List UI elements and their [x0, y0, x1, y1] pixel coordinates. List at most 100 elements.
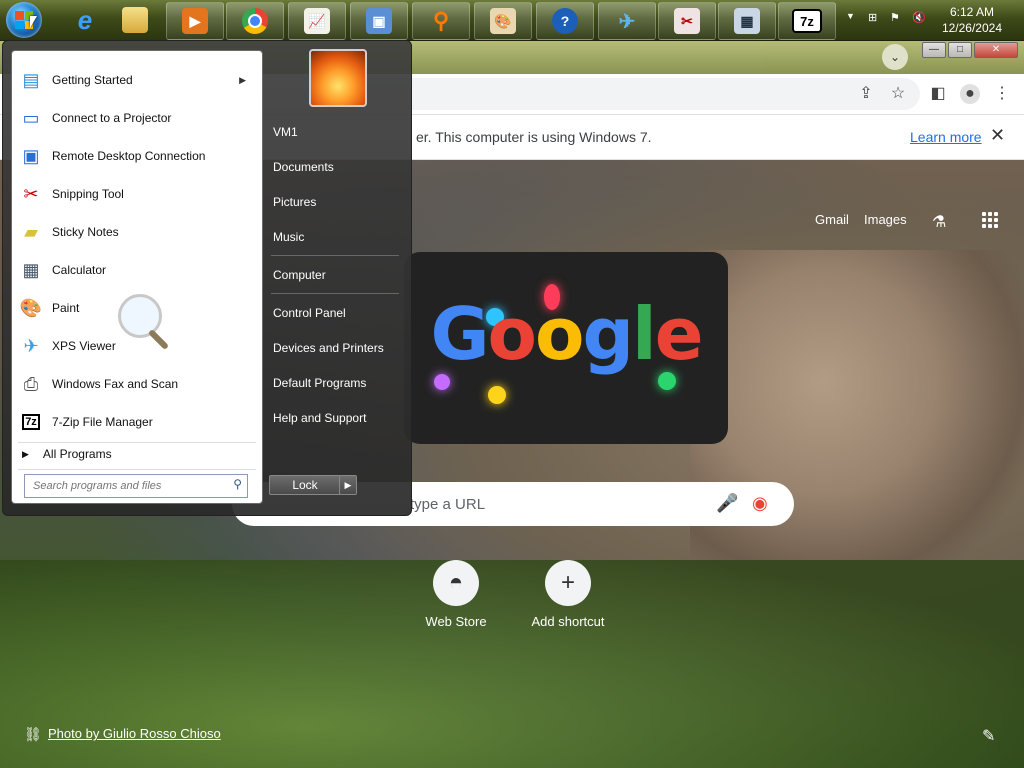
chart-app-button[interactable]: 📈: [288, 2, 346, 40]
7zip-icon: 7z: [16, 407, 46, 437]
calculator-icon: ▦: [22, 259, 40, 280]
profile-avatar-icon[interactable]: ●: [960, 84, 980, 104]
google-apps-icon[interactable]: [982, 212, 998, 228]
chrome-menu-icon[interactable]: ⋮: [992, 84, 1012, 104]
volume-muted-icon[interactable]: 🔇: [912, 11, 926, 25]
system-tray: ▼ ⊞ ⚑ 🔇 6:12 AM 12/26/2024: [834, 0, 1024, 40]
7zip-icon: 7z: [792, 9, 822, 33]
tray-expand-icon[interactable]: ▼: [846, 11, 860, 25]
right-item-documents[interactable]: Documents: [273, 153, 399, 181]
calculator-button[interactable]: ▦: [718, 2, 776, 40]
fax-icon: ⎙: [23, 373, 39, 394]
all-programs-button[interactable]: ▶ All Programs: [16, 441, 256, 467]
chrome-button[interactable]: [226, 2, 284, 40]
program-label: 7-Zip File Manager: [52, 415, 153, 429]
remote-desktop-button[interactable]: ▣: [350, 2, 408, 40]
program-remote-desktop[interactable]: ▣ Remote Desktop Connection: [16, 139, 256, 173]
search-magnifier-button[interactable]: ⚲: [412, 2, 470, 40]
right-item-control-panel[interactable]: Control Panel: [273, 299, 399, 327]
right-item-default-programs[interactable]: Default Programs: [273, 369, 399, 397]
clock[interactable]: 6:12 AM 12/26/2024: [942, 4, 1002, 36]
right-item-music[interactable]: Music: [273, 223, 399, 251]
clock-date: 12/26/2024: [941, 21, 1002, 35]
share-icon[interactable]: ⇪: [856, 84, 876, 104]
lock-label: Lock: [292, 478, 318, 492]
program-snipping-tool[interactable]: ✂ Snipping Tool: [16, 177, 256, 211]
learn-more-link[interactable]: Learn more: [910, 129, 982, 145]
calculator-icon: ▦: [734, 8, 760, 34]
mouse-cursor-icon: [30, 16, 37, 28]
doodle-google-logo: Google: [430, 292, 703, 376]
lock-button[interactable]: Lock: [269, 475, 341, 495]
program-connect-projector[interactable]: ▭ Connect to a Projector: [16, 101, 256, 135]
clock-time: 6:12 AM: [949, 5, 994, 19]
shortcut-web-store[interactable]: ◓ Web Store: [401, 560, 511, 629]
sticky-notes-icon: ▰: [24, 221, 38, 242]
right-item-help-support[interactable]: Help and Support: [273, 404, 399, 432]
user-account-picture[interactable]: [309, 49, 367, 107]
close-window-button[interactable]: ✕: [974, 42, 1018, 58]
all-programs-label: All Programs: [42, 447, 112, 461]
right-item-computer[interactable]: Computer: [273, 261, 399, 289]
media-player-button[interactable]: ▶: [166, 2, 224, 40]
labs-flask-icon[interactable]: ⚗: [932, 212, 946, 232]
gmail-link[interactable]: Gmail: [815, 212, 849, 227]
maximize-button[interactable]: □: [948, 42, 972, 58]
shutdown-options-arrow-icon[interactable]: ▶: [339, 475, 357, 495]
right-item-devices-printers[interactable]: Devices and Printers: [273, 334, 399, 362]
photo-credit-link[interactable]: Photo by Giulio Rosso Chioso: [48, 726, 221, 741]
infobar-close-icon[interactable]: ✕: [990, 125, 1005, 146]
program-getting-started[interactable]: ▤ Getting Started ▶: [16, 63, 256, 97]
paint-button[interactable]: 🎨: [474, 2, 532, 40]
getting-started-icon: ▤: [22, 69, 40, 90]
right-item-label: Pictures: [273, 195, 317, 209]
right-item-label: Music: [273, 230, 305, 244]
network-icon[interactable]: ⊞: [868, 11, 882, 25]
help-button[interactable]: ?: [536, 2, 594, 40]
lens-search-icon[interactable]: ◉: [752, 493, 768, 514]
7zip-button[interactable]: 7z: [778, 2, 836, 40]
chart-app-icon: 📈: [304, 8, 330, 34]
search-icon[interactable]: ⚲: [233, 477, 242, 491]
all-programs-arrow-icon: ▶: [22, 448, 29, 459]
chrome-icon: [242, 8, 268, 34]
file-explorer-button[interactable]: [110, 2, 160, 38]
program-fax-scan[interactable]: ⎙ Windows Fax and Scan: [16, 367, 256, 401]
action-center-flag-icon[interactable]: ⚑: [890, 11, 904, 25]
internet-explorer-icon: e: [77, 4, 93, 35]
program-label: Snipping Tool: [52, 187, 124, 201]
right-item-label: Computer: [273, 268, 326, 282]
start-search-box[interactable]: ⚲: [24, 474, 248, 498]
right-item-pictures[interactable]: Pictures: [273, 188, 399, 216]
tab-search-button[interactable]: ⌄: [882, 44, 908, 70]
images-link[interactable]: Images: [864, 212, 907, 227]
shortcut-add[interactable]: + Add shortcut: [513, 560, 623, 629]
program-7zip[interactable]: 7z 7-Zip File Manager: [16, 405, 256, 439]
program-label: Windows Fax and Scan: [52, 377, 179, 391]
web-store-icon: ◓: [433, 560, 479, 606]
right-item-label: Devices and Printers: [273, 341, 384, 355]
shortcut-label: Web Store: [425, 614, 487, 629]
projector-icon: ▭: [22, 107, 40, 128]
right-item-vm1[interactable]: VM1: [273, 118, 399, 146]
divider: [271, 293, 399, 294]
google-doodle[interactable]: Google: [404, 252, 728, 444]
minimize-button[interactable]: —: [922, 42, 946, 58]
side-panel-icon[interactable]: ◧: [928, 84, 948, 104]
xps-viewer-icon: ✈: [618, 10, 636, 33]
infobar-message: er. This computer is using Windows 7.: [416, 129, 652, 145]
customize-pencil-icon[interactable]: ✎: [982, 726, 995, 746]
shortcut-label: Add shortcut: [531, 614, 605, 629]
internet-explorer-button[interactable]: e: [60, 2, 110, 38]
snipping-tool-button[interactable]: ✂: [658, 2, 716, 40]
voice-search-icon[interactable]: 🎤: [716, 493, 738, 514]
divider: [271, 255, 399, 256]
bookmark-star-icon[interactable]: ☆: [888, 84, 908, 104]
7zip-label: 7z: [800, 13, 814, 29]
xps-viewer-button[interactable]: ✈: [598, 2, 656, 40]
program-label: Connect to a Projector: [52, 111, 172, 125]
program-calculator[interactable]: ▦ Calculator: [16, 253, 256, 287]
snipping-tool-icon: ✂: [674, 8, 700, 34]
start-search-input[interactable]: [31, 475, 225, 497]
program-sticky-notes[interactable]: ▰ Sticky Notes: [16, 215, 256, 249]
